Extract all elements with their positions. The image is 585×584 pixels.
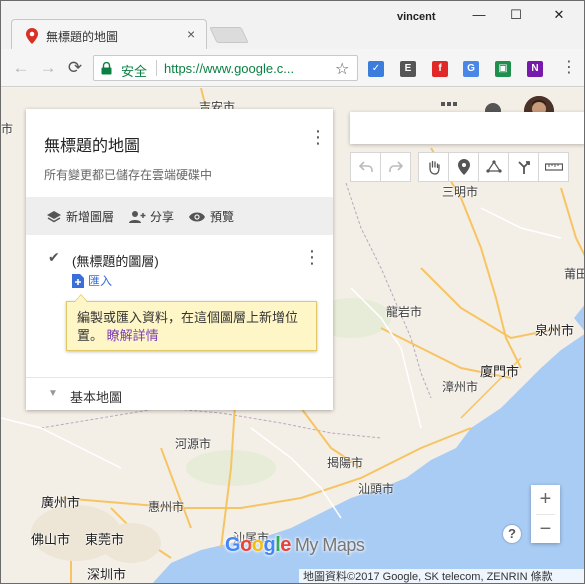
panel-divider [26, 377, 333, 378]
preview-button[interactable]: 預覽 [188, 208, 234, 225]
check-extension-icon[interactable]: ✓ [368, 61, 384, 77]
import-label: 匯入 [88, 274, 113, 288]
maps-pin-icon [26, 28, 38, 44]
layers-icon [47, 210, 61, 222]
city-label: 莆田 [564, 267, 584, 281]
url-text[interactable]: https://www.google.c... [164, 61, 324, 76]
browser-toolbar: ← → ⟳ 安全 https://www.google.c... ☆ ✓ E f… [1, 49, 584, 87]
close-window-button[interactable]: ✕ [549, 5, 569, 25]
layer-checkbox-icon[interactable]: ✔ [48, 249, 60, 266]
directions-button[interactable] [508, 152, 539, 182]
city-label: 東莞市 [85, 532, 125, 547]
draw-line-icon [485, 160, 502, 173]
zoom-in-button[interactable]: + [531, 485, 560, 514]
lock-icon [101, 62, 112, 75]
city-label: 市 [1, 122, 14, 136]
city-label: 泉州市 [535, 323, 575, 338]
city-label: 汕頭市 [358, 482, 395, 496]
city-label: 佛山市 [31, 532, 71, 547]
reload-button[interactable]: ⟳ [65, 58, 85, 78]
import-file-icon [72, 273, 84, 288]
minimize-button[interactable]: — [469, 5, 489, 25]
layer-row: ✔ (無標題的圖層) ⋮ [26, 247, 333, 272]
share-label: 分享 [150, 210, 175, 224]
tooltip-arrow [74, 294, 88, 302]
layer-name[interactable]: (無標題的圖層) [72, 251, 159, 270]
preview-label: 預覽 [210, 210, 235, 224]
redo-icon [388, 161, 403, 172]
city-label: 廣州市 [41, 495, 81, 510]
bookmark-star-icon[interactable]: ☆ [335, 59, 349, 79]
browser-window: 無標題的地圖 × vincent — ☐ ✕ ← → ⟳ 安全 https://… [0, 0, 585, 584]
share-button[interactable]: 分享 [128, 208, 174, 225]
tab-title: 無標題的地圖 [46, 30, 119, 44]
map-options-icon[interactable]: ⋮ [309, 127, 327, 148]
map-title[interactable]: 無標題的地圖 [44, 132, 140, 156]
logo-product-name: My Maps [294, 535, 365, 555]
map-toolbar [350, 152, 569, 182]
address-bar[interactable]: 安全 https://www.google.c... ☆ [93, 55, 358, 81]
add-person-icon [129, 210, 146, 223]
classroom-extension-icon[interactable]: ▣ [495, 61, 511, 77]
google-my-maps-logo: Google My Maps [225, 534, 365, 556]
import-link[interactable]: 匯入 [72, 272, 112, 289]
zoom-out-button[interactable]: − [531, 515, 560, 544]
import-tooltip: 編製或匯入資料，在這個圖層上新增位置。 瞭解詳情 [66, 294, 317, 351]
undo-icon [358, 161, 373, 172]
city-label: 揭陽市 [327, 456, 364, 470]
zoom-control: + − [531, 485, 560, 543]
redo-button[interactable] [380, 152, 411, 182]
basemap-row[interactable]: ▼ 基本地圖 [26, 385, 333, 405]
eye-icon [189, 212, 205, 221]
city-label: 漳州市 [442, 380, 479, 394]
hand-icon [428, 160, 440, 175]
map-attribution[interactable]: 地圖資料©2017 Google, SK telecom, ZENRIN 條款 [299, 569, 584, 583]
browser-menu-icon[interactable]: ⋮ [561, 58, 577, 78]
city-label: 河源市 [175, 437, 212, 451]
marker-icon [457, 159, 470, 175]
city-label: 深圳市 [87, 567, 127, 582]
city-label: 惠州市 [148, 500, 185, 514]
map-search-input[interactable] [350, 112, 584, 144]
city-label: 廈門市 [480, 364, 520, 379]
layer-options-icon[interactable]: ⋮ [303, 247, 321, 268]
new-tab-button[interactable] [209, 27, 249, 43]
directions-icon [517, 161, 530, 174]
ruler-icon [544, 163, 563, 171]
flipboard-extension-icon[interactable]: f [432, 61, 448, 77]
save-status: 所有變更都已儲存在雲端硬碟中 [44, 168, 213, 182]
browser-tab[interactable]: 無標題的地圖 × [11, 19, 207, 51]
tab-strip: 無標題的地圖 × vincent — ☐ ✕ [1, 1, 584, 51]
map-side-panel: 無標題的地圖 ⋮ 所有變更都已儲存在雲端硬碟中 新增圖層 分享 預覽 ✔ (無標… [26, 109, 333, 410]
add-marker-button[interactable] [448, 152, 479, 182]
map-canvas[interactable]: 吉安市 市 三明市 莆田 龍岩市 泉州市 廈門市 漳州市 河源市 揭陽市 汕頭市… [1, 88, 584, 583]
onenote-extension-icon[interactable]: N [527, 61, 543, 77]
caret-down-icon[interactable]: ▼ [48, 388, 58, 399]
city-label: 三明市 [442, 185, 479, 199]
hand-tool-button[interactable] [418, 152, 449, 182]
basemap-label: 基本地圖 [70, 390, 123, 405]
help-icon[interactable]: ? [503, 525, 521, 543]
profile-name[interactable]: vincent [397, 11, 436, 23]
back-button[interactable]: ← [11, 58, 31, 78]
learn-more-link[interactable]: 瞭解詳情 [107, 328, 159, 343]
omnibox-divider [156, 60, 157, 76]
forward-button[interactable]: → [38, 58, 58, 78]
measure-button[interactable] [538, 152, 569, 182]
draw-line-button[interactable] [478, 152, 509, 182]
undo-button[interactable] [350, 152, 381, 182]
add-layer-button[interactable]: 新增圖層 [46, 208, 114, 225]
maximize-button[interactable]: ☐ [506, 5, 526, 25]
translate-extension-icon[interactable]: G [463, 61, 479, 77]
evernote-extension-icon[interactable]: E [400, 61, 416, 77]
panel-actions-bar: 新增圖層 分享 預覽 [26, 197, 333, 235]
tab-close-icon[interactable]: × [187, 26, 195, 42]
city-label: 龍岩市 [386, 305, 423, 319]
add-layer-label: 新增圖層 [66, 210, 115, 224]
secure-label: 安全 [121, 64, 148, 79]
